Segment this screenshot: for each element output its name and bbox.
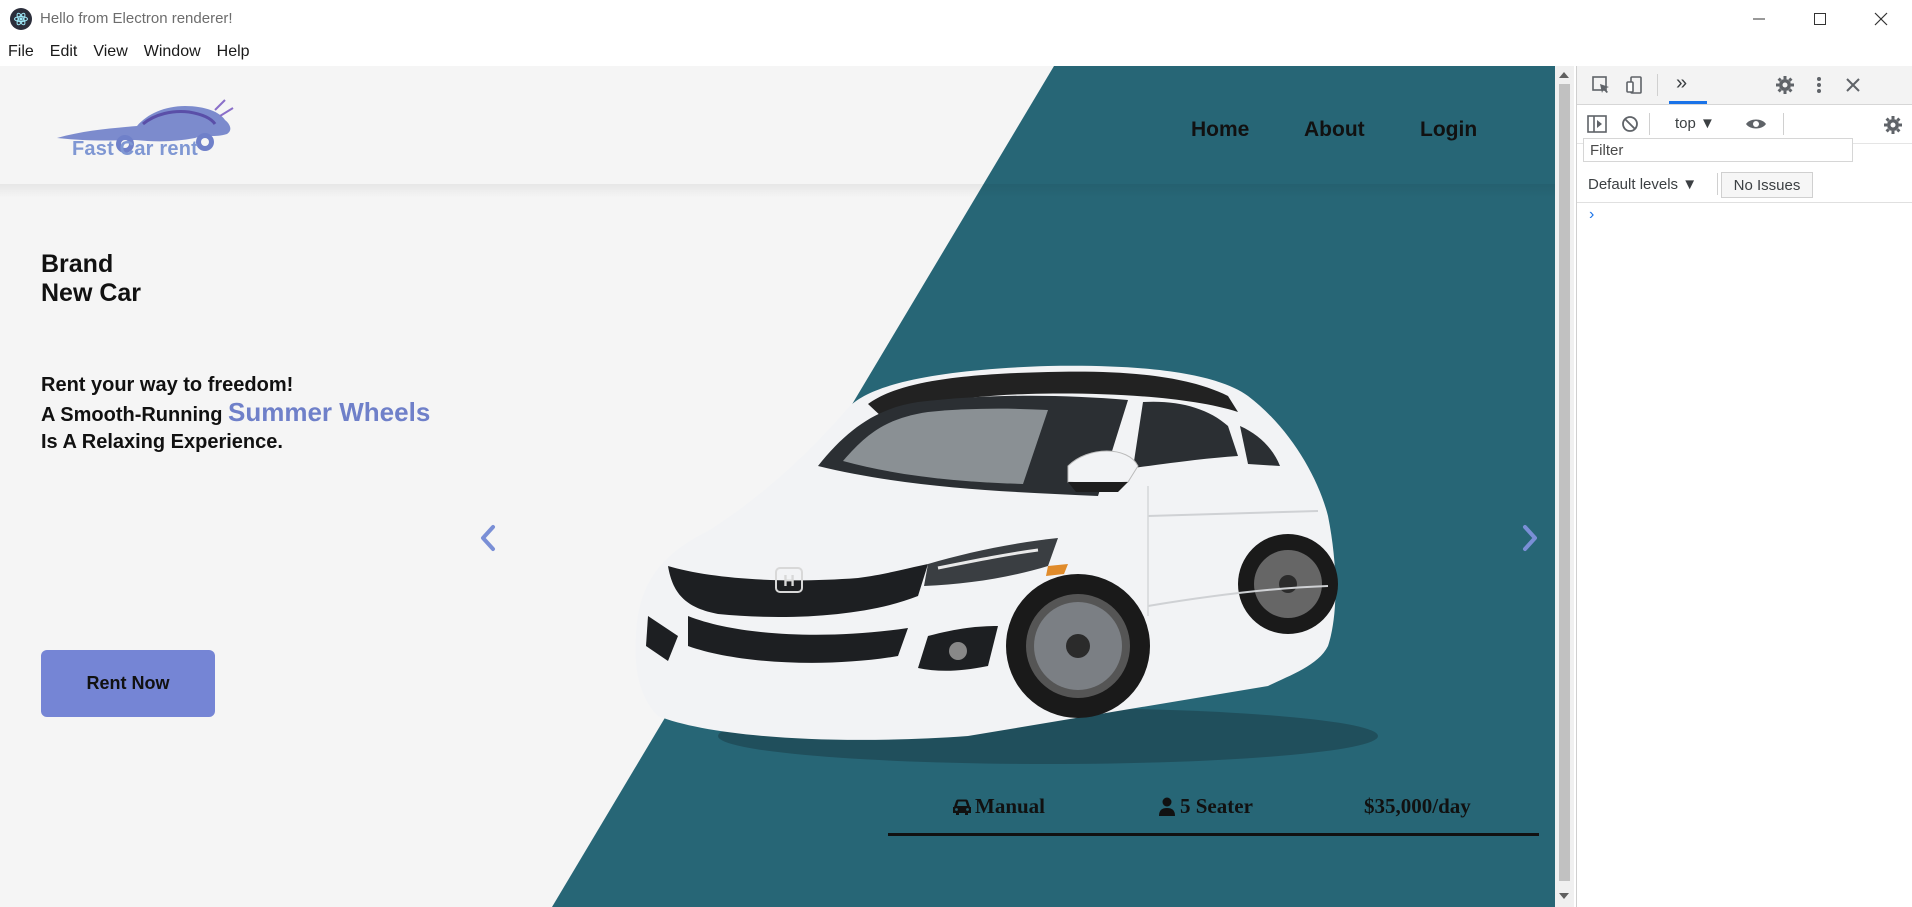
spec-transmission-label: Manual bbox=[975, 794, 1046, 818]
context-selector[interactable]: top ▼ bbox=[1675, 115, 1715, 132]
close-icon bbox=[1874, 12, 1888, 26]
tagline-line3: Is A Relaxing Experience. bbox=[41, 431, 283, 453]
maximize-button[interactable] bbox=[1797, 0, 1843, 38]
menu-edit[interactable]: Edit bbox=[42, 38, 86, 66]
menu-help[interactable]: Help bbox=[209, 38, 258, 66]
menu-window[interactable]: Window bbox=[136, 38, 209, 66]
device-toolbar-icon[interactable] bbox=[1625, 75, 1645, 95]
issues-button[interactable]: No Issues bbox=[1721, 172, 1813, 198]
hero-tagline: Rent your way to freedom! A Smooth-Runni… bbox=[41, 372, 430, 456]
scroll-thumb[interactable] bbox=[1559, 84, 1570, 881]
console-settings-icon[interactable] bbox=[1883, 115, 1903, 135]
active-tab-indicator bbox=[1669, 101, 1707, 104]
tagline-line2-prefix: A Smooth-Running bbox=[41, 404, 228, 426]
carousel-prev-icon[interactable] bbox=[478, 524, 498, 552]
minimize-icon bbox=[1753, 18, 1765, 20]
console-filter-input[interactable]: Filter bbox=[1583, 138, 1853, 162]
close-button[interactable] bbox=[1858, 0, 1904, 38]
hero-title: Brand New Car bbox=[41, 250, 141, 308]
spec-transmission: Manual bbox=[951, 794, 1045, 819]
spec-seats: 5 Seater bbox=[1158, 794, 1253, 819]
logo-text: Fast Car rent bbox=[72, 138, 198, 160]
live-expression-eye-icon[interactable] bbox=[1745, 116, 1767, 132]
window-title: Hello from Electron renderer! bbox=[40, 10, 233, 27]
nav-home[interactable]: Home bbox=[1191, 118, 1249, 142]
specs-divider bbox=[888, 833, 1539, 836]
separator bbox=[1649, 113, 1650, 135]
separator bbox=[1717, 173, 1718, 195]
spec-seats-label: 5 Seater bbox=[1180, 794, 1253, 818]
context-value: top bbox=[1675, 115, 1696, 132]
menu-bar: File Edit View Window Help bbox=[0, 38, 1912, 66]
hero-title-line2: New Car bbox=[41, 279, 142, 307]
spec-price: $35,000/day bbox=[1364, 794, 1471, 819]
svg-text:H: H bbox=[783, 573, 795, 590]
clear-console-icon[interactable] bbox=[1621, 115, 1639, 133]
menu-file[interactable]: File bbox=[0, 38, 42, 66]
page-scrollbar[interactable] bbox=[1555, 66, 1574, 907]
hero-title-line1: Brand bbox=[41, 250, 114, 278]
sidebar-toggle-icon[interactable] bbox=[1587, 115, 1607, 133]
scroll-up-icon[interactable] bbox=[1559, 72, 1569, 78]
tagline-accent: Summer Wheels bbox=[228, 397, 431, 427]
spec-price-label: $35,000/day bbox=[1364, 794, 1471, 818]
tagline-line1: Rent your way to freedom! bbox=[41, 374, 294, 396]
separator bbox=[1783, 113, 1784, 135]
car-icon bbox=[953, 799, 971, 815]
log-levels-dropdown[interactable]: Default levels ▼ bbox=[1588, 176, 1697, 193]
devtools-panel: » top ▼ Filter Default levels ▼ No Issue… bbox=[1576, 66, 1912, 907]
close-devtools-icon[interactable] bbox=[1845, 77, 1861, 93]
carousel-next-icon[interactable] bbox=[1520, 524, 1540, 552]
title-bar: Hello from Electron renderer! bbox=[0, 0, 1912, 38]
inspect-element-icon[interactable] bbox=[1591, 75, 1611, 95]
more-tabs-icon[interactable]: » bbox=[1676, 72, 1687, 95]
separator bbox=[1657, 74, 1658, 96]
page-viewport: Fast Car rent Home About Login Brand New… bbox=[0, 66, 1555, 907]
electron-app-icon bbox=[10, 8, 32, 30]
tagline-line2: A Smooth-Running Summer Wheels bbox=[41, 399, 430, 429]
minimize-button[interactable] bbox=[1736, 0, 1782, 38]
nav-login[interactable]: Login bbox=[1420, 118, 1477, 142]
menu-view[interactable]: View bbox=[85, 38, 135, 66]
white-hatchback-car-image: H bbox=[635, 365, 1378, 764]
divider bbox=[1577, 202, 1912, 203]
user-icon bbox=[1159, 797, 1175, 816]
nav-about[interactable]: About bbox=[1304, 118, 1365, 142]
settings-gear-icon[interactable] bbox=[1775, 75, 1795, 95]
more-options-icon[interactable] bbox=[1815, 75, 1823, 95]
console-prompt[interactable]: › bbox=[1589, 206, 1594, 224]
rent-now-button[interactable]: Rent Now bbox=[41, 650, 215, 717]
maximize-icon bbox=[1814, 13, 1826, 25]
devtools-tabbar: » bbox=[1577, 66, 1912, 105]
scroll-down-icon[interactable] bbox=[1559, 893, 1569, 899]
